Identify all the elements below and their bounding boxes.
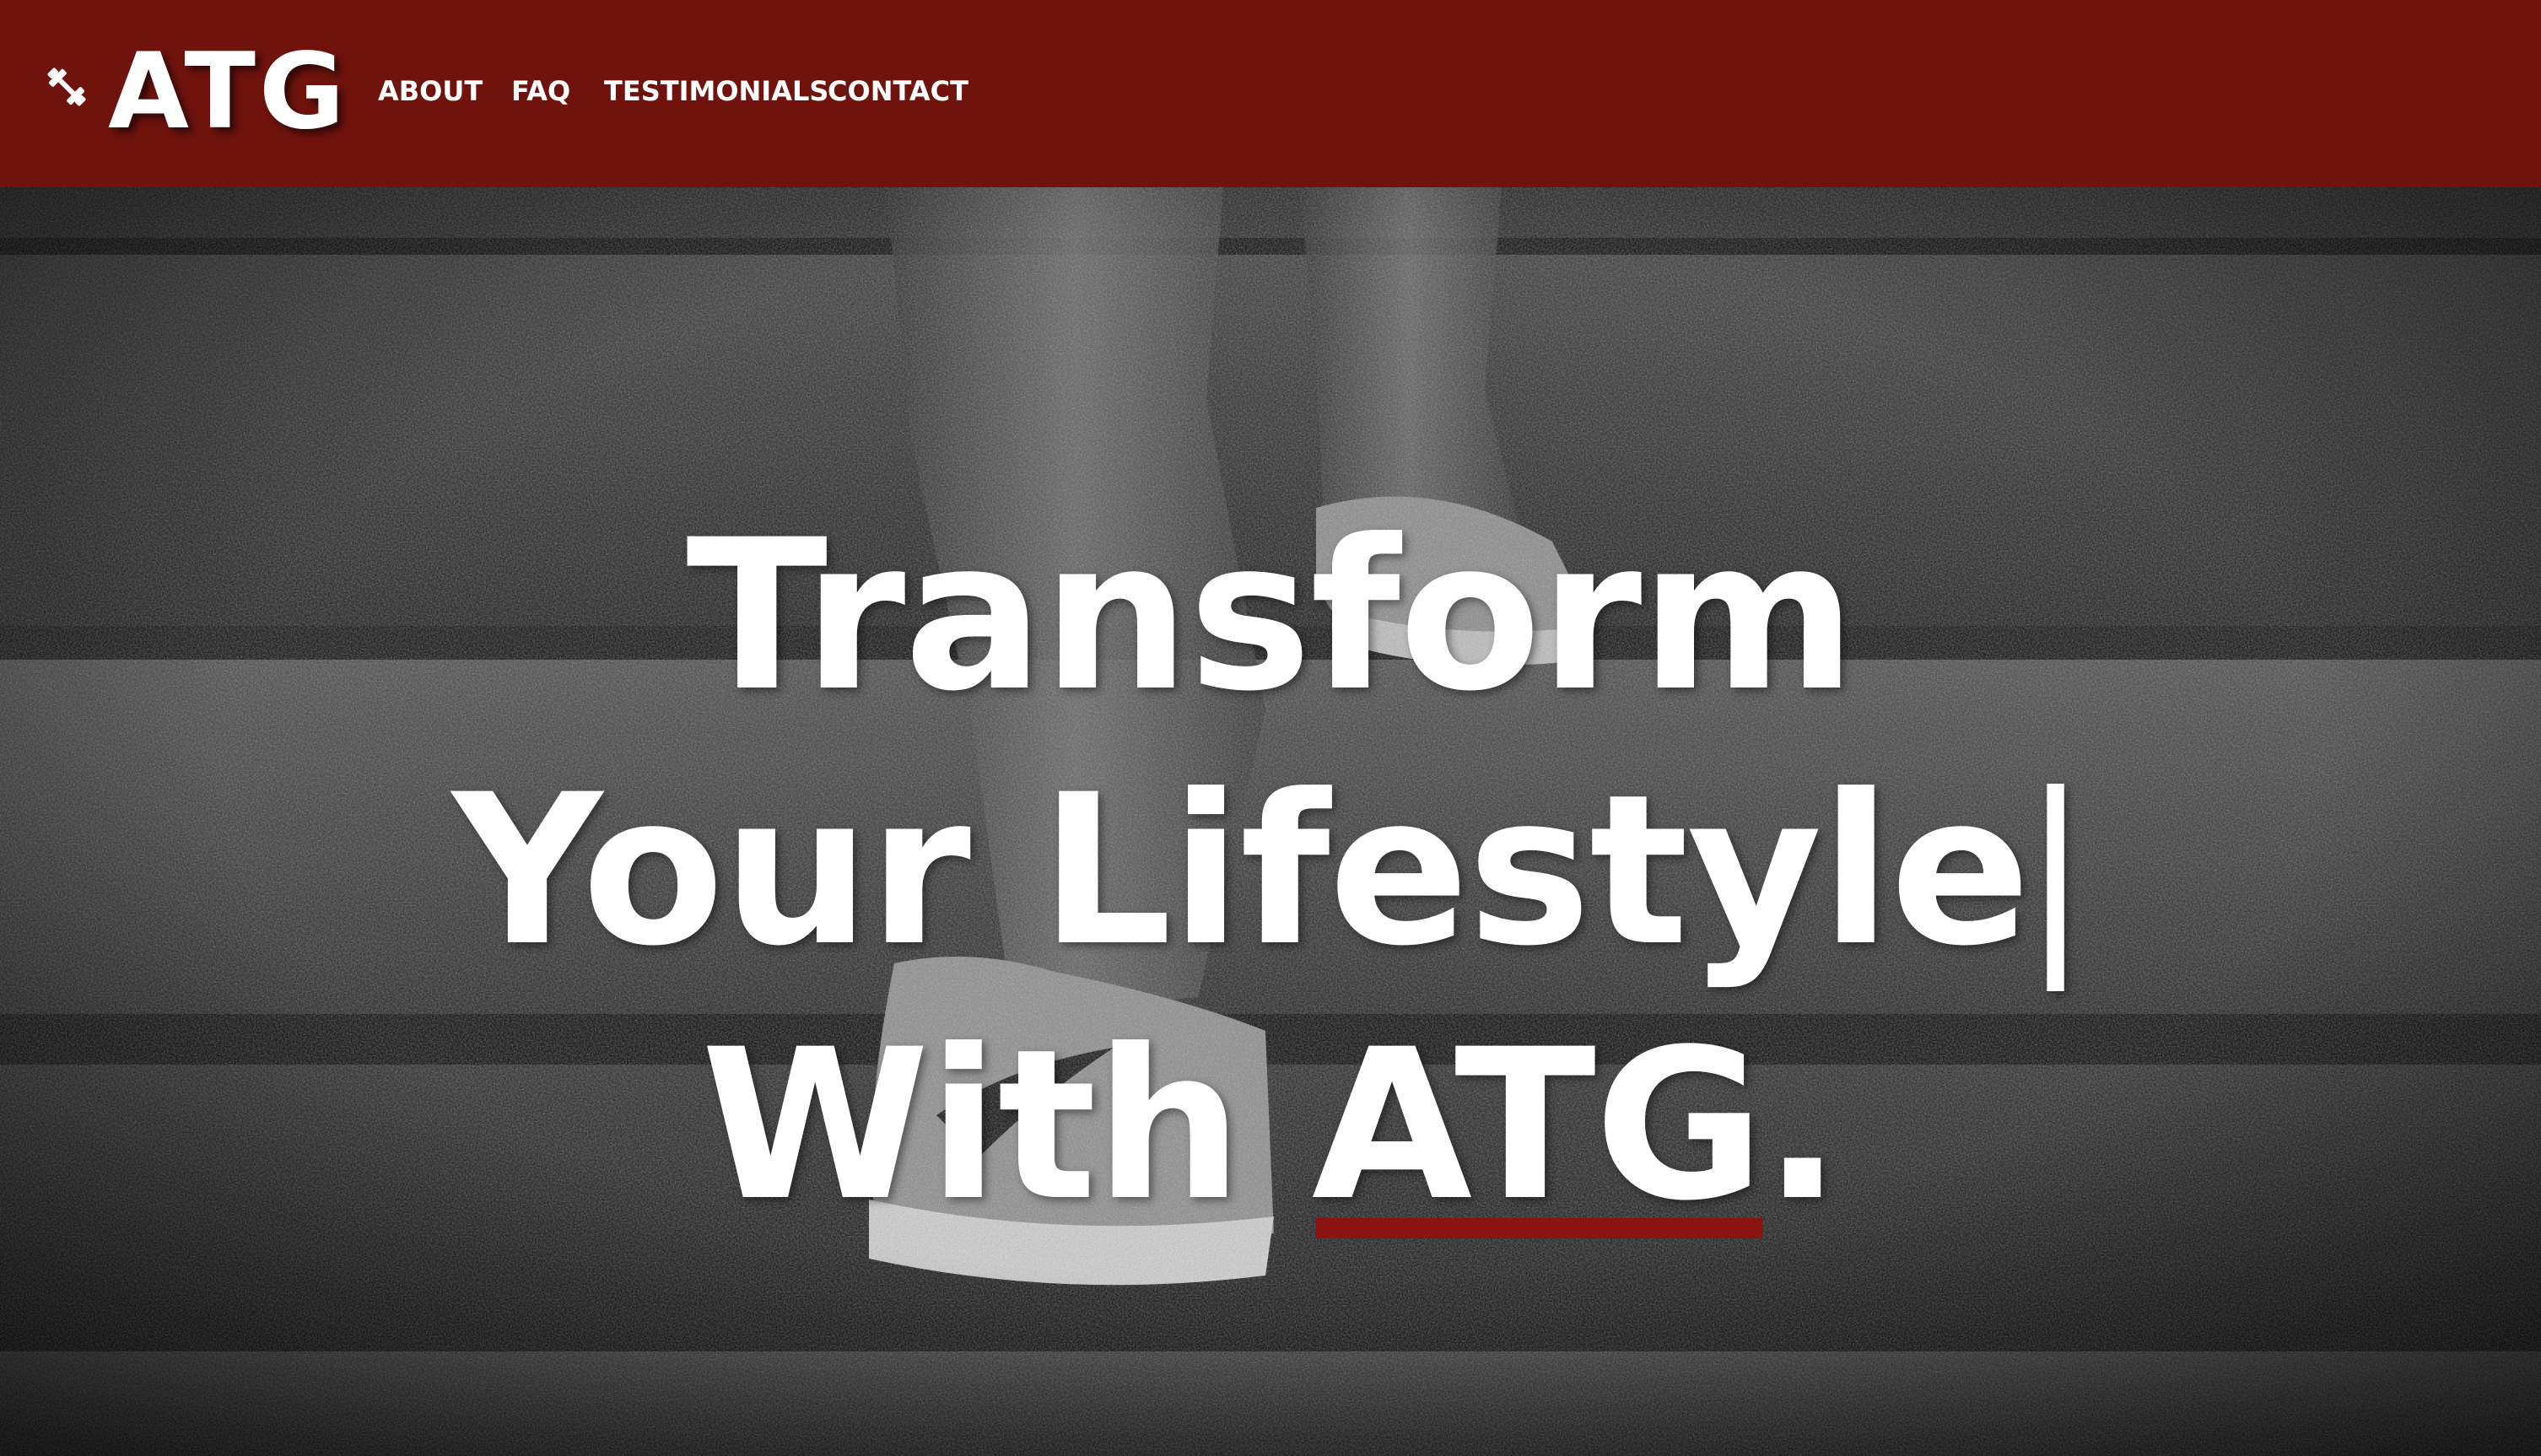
nav-contact[interactable]: CONTACT — [828, 71, 968, 111]
hero-line-3-prefix: With — [700, 1005, 1312, 1247]
dumbbell-icon — [47, 67, 86, 106]
hero-section: Transform Your Lifestyle| With ATG. — [0, 187, 2541, 1456]
hero-line-2-text: Your Lifestyle — [451, 750, 2031, 992]
nav-faq[interactable]: FAQ — [511, 71, 570, 111]
hero-line-3: With ATG. — [0, 999, 2541, 1254]
nav-testimonials[interactable]: TESTIMONIALS — [604, 71, 828, 111]
hero-brand-word: ATG — [1312, 999, 1765, 1254]
hero-headline: Transform Your Lifestyle| With ATG. — [0, 489, 2541, 1254]
brand-logo[interactable]: ATG — [40, 29, 348, 155]
nav-about[interactable]: ABOUT — [378, 71, 483, 111]
hero-line-1: Transform — [686, 495, 1856, 737]
logo-text: ATG — [108, 31, 348, 153]
page: ATG ABOUT FAQ TESTIMONIALS CONTACT Trans… — [0, 0, 2541, 1456]
typing-cursor: | — [2020, 750, 2091, 992]
hero-line-2: Your Lifestyle| — [0, 744, 2541, 999]
hero-line-3-suffix: . — [1762, 1005, 1842, 1247]
navbar: ATG ABOUT FAQ TESTIMONIALS CONTACT — [0, 0, 2541, 187]
